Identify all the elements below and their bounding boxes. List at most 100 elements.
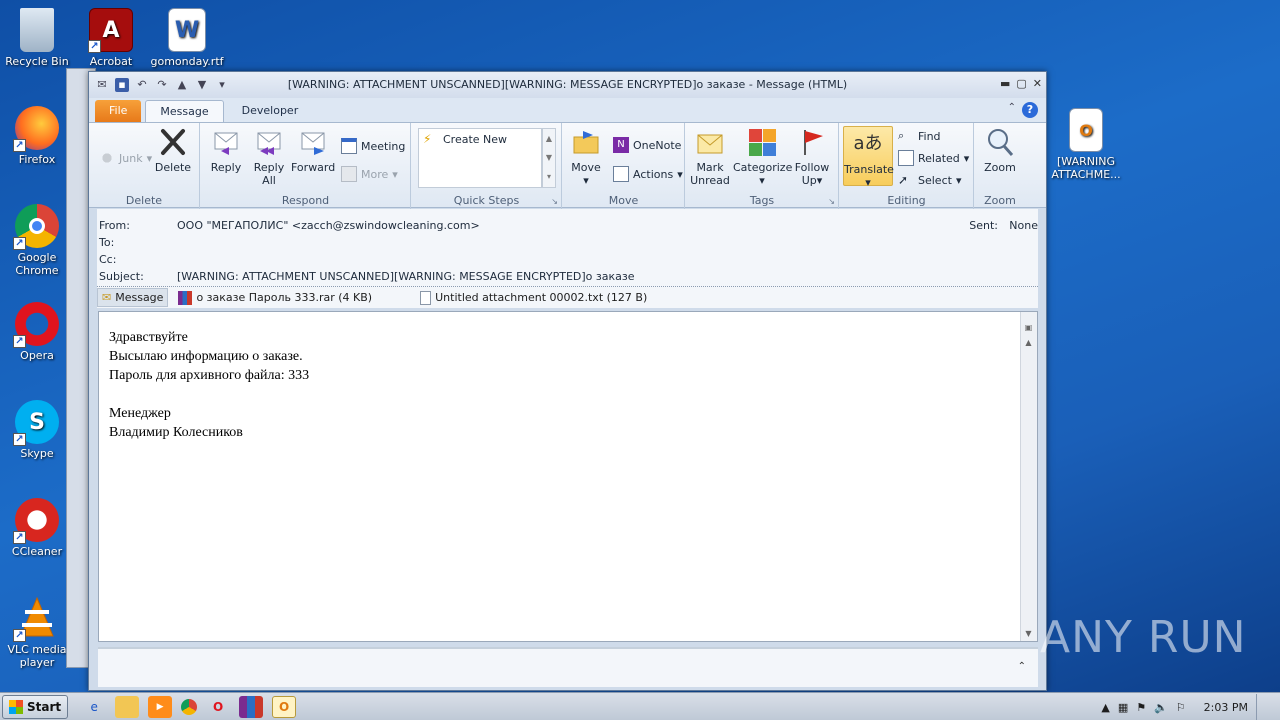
- quick-steps-scroll[interactable]: ▲ ▼ ▾: [542, 128, 556, 188]
- outlook-icon[interactable]: O: [272, 695, 297, 718]
- winrar-icon[interactable]: [239, 695, 264, 718]
- scroll-up-icon[interactable]: ▲: [1021, 335, 1036, 350]
- opera-icon[interactable]: O: [206, 696, 230, 718]
- reply-button[interactable]: Reply: [204, 127, 248, 174]
- help-icon[interactable]: ?: [1022, 102, 1038, 118]
- up-arrow-icon[interactable]: ▲: [175, 78, 189, 92]
- down-arrow-icon[interactable]: ▼: [195, 78, 209, 92]
- network-icon[interactable]: ▦: [1118, 701, 1128, 714]
- desktop-icon-firefox[interactable]: ↗ Firefox: [0, 106, 74, 166]
- media-player-icon[interactable]: ▶: [148, 695, 173, 718]
- actions-button[interactable]: Actions ▾: [613, 165, 683, 183]
- dialog-launcher-icon[interactable]: ↘: [551, 197, 558, 206]
- more-button[interactable]: More ▾: [341, 165, 398, 183]
- scroll-down-icon[interactable]: ▼: [1021, 626, 1036, 641]
- group-delete: Junk ▾ Delete Delete: [89, 123, 200, 209]
- dropdown-arrow-icon: ▾: [392, 167, 398, 181]
- txt-attachment[interactable]: Untitled attachment 00002.txt (127 B): [416, 289, 651, 307]
- find-label: Find: [918, 129, 941, 143]
- desktop-icon-opera[interactable]: ↗ Opera: [0, 302, 74, 362]
- title-bar: ✉ ▪ ↶ ↷ ▲ ▼ ▾ [WARNING: ATTACHMENT UNSCA…: [89, 72, 1046, 98]
- save-icon[interactable]: ▪: [115, 78, 129, 92]
- desktop-icon-ccleaner[interactable]: ↗ CCleaner: [0, 498, 74, 558]
- ie-icon[interactable]: e: [82, 696, 106, 718]
- expand-pane-icon[interactable]: ⌃: [1018, 661, 1026, 672]
- action-center-icon[interactable]: ⚑: [1136, 701, 1146, 714]
- magnifier-icon: [985, 127, 1015, 157]
- from-value[interactable]: ООО "МЕГАПОЛИС" <zacch@zswindowcleaning.…: [177, 219, 480, 232]
- message-window: ✉ ▪ ↶ ↷ ▲ ▼ ▾ [WARNING: ATTACHMENT UNSCA…: [88, 71, 1047, 691]
- explorer-icon[interactable]: [115, 695, 140, 718]
- close-icon[interactable]: ✕: [1033, 77, 1042, 90]
- text-file-icon: [420, 290, 432, 305]
- dropdown-arrow-icon: ▾: [677, 167, 683, 181]
- desktop-icon-email-file[interactable]: O [WARNING ATTACHME...: [1049, 108, 1123, 181]
- categorize-icon: [747, 127, 777, 157]
- junk-button[interactable]: Junk ▾: [99, 149, 152, 167]
- related-button[interactable]: Related ▾: [898, 149, 969, 167]
- reply-all-button[interactable]: Reply All: [247, 127, 291, 187]
- related-label: Related: [918, 151, 960, 165]
- redo-icon[interactable]: ↷: [155, 78, 169, 92]
- group-label: Editing: [887, 194, 926, 207]
- group-label: Move: [608, 194, 639, 207]
- desktop-icon-chrome[interactable]: ↗ Google Chrome: [0, 204, 74, 277]
- cursor-icon: ➚: [898, 173, 909, 187]
- rar-attachment[interactable]: о заказе Пароль 333.rar (4 KB): [174, 289, 376, 307]
- translate-button[interactable]: aあ Translate ▾: [843, 126, 894, 189]
- message-attachment-tab[interactable]: ✉ Message: [97, 288, 169, 307]
- undo-icon[interactable]: ↶: [135, 78, 149, 92]
- group-respond: Reply Reply All Forward Meeting More ▾ Re…: [201, 123, 411, 209]
- chrome-icon[interactable]: [181, 698, 198, 715]
- vertical-scrollbar[interactable]: ▣ ▲ ▼: [1020, 312, 1037, 641]
- quick-steps-gallery[interactable]: ⚡ Create New: [418, 128, 542, 188]
- zoom-button[interactable]: Zoom: [978, 127, 1022, 174]
- onenote-label: OneNote: [633, 138, 682, 152]
- junk-label: Junk: [119, 151, 143, 165]
- body-blank-line: [109, 385, 309, 404]
- desktop-icon-label: Opera: [20, 349, 54, 362]
- select-button[interactable]: ➚ Select ▾: [898, 171, 961, 189]
- onenote-button[interactable]: N OneNote: [613, 136, 681, 154]
- lightning-icon: ⚡: [423, 132, 432, 146]
- body-line: Здравствуйте: [109, 330, 188, 345]
- tab-file[interactable]: File: [95, 100, 142, 122]
- create-new-quickstep[interactable]: ⚡ Create New: [423, 130, 507, 148]
- dialog-launcher-icon[interactable]: ↘: [828, 197, 835, 206]
- scroll-grip-icon[interactable]: ▣: [1021, 320, 1036, 335]
- tab-developer[interactable]: Developer: [228, 100, 313, 122]
- minimize-icon[interactable]: ▬: [1000, 77, 1010, 90]
- move-button[interactable]: Move ▾: [564, 127, 608, 187]
- mark-unread-button[interactable]: Mark Unread: [688, 127, 732, 187]
- volume-icon[interactable]: 🔈: [1154, 701, 1168, 714]
- desktop-icon-label: gomonday.rtf: [150, 55, 224, 68]
- zoom-label: Zoom: [984, 161, 1016, 174]
- desktop-icon-recycle-bin[interactable]: Recycle Bin: [0, 8, 74, 68]
- chrome-icon: ↗: [13, 204, 59, 250]
- start-button[interactable]: Start: [2, 694, 69, 719]
- message-body[interactable]: Здравствуйте Высылаю информацию о заказе…: [98, 311, 1038, 642]
- ribbon: Junk ▾ Delete Delete Reply Reply All Forw…: [89, 122, 1046, 209]
- flag-icon[interactable]: ⚐: [1176, 701, 1186, 714]
- find-button[interactable]: ⌕ Find: [898, 127, 941, 145]
- taskbar: Start e ▶ O O ▲ ▦ ⚑ 🔈 ⚐ 2:03 PM: [0, 692, 1280, 720]
- maximize-icon[interactable]: ▢: [1016, 77, 1026, 90]
- show-desktop-button[interactable]: [1256, 694, 1270, 720]
- meeting-button[interactable]: Meeting: [341, 137, 405, 155]
- cc-label: Cc:: [99, 253, 117, 266]
- delete-button[interactable]: Delete: [151, 127, 195, 174]
- minimize-ribbon-icon[interactable]: ⌃: [1008, 102, 1016, 118]
- dropdown-arrow-icon: ▾: [759, 174, 765, 187]
- desktop-icon-skype[interactable]: S ↗ Skype: [0, 400, 74, 460]
- categorize-button[interactable]: Categorize ▾: [733, 127, 792, 187]
- forward-button[interactable]: Forward: [291, 127, 335, 174]
- clock[interactable]: 2:03 PM: [1204, 701, 1248, 714]
- desktop-icon-gomonday[interactable]: W gomonday.rtf: [150, 8, 224, 68]
- follow-up-button[interactable]: Follow Up▾: [790, 127, 834, 187]
- dropdown-arrow-icon: ▾: [963, 151, 970, 165]
- tab-message[interactable]: Message: [145, 100, 224, 122]
- desktop-icon-acrobat[interactable]: A ↗ Acrobat: [74, 8, 148, 68]
- desktop-icon-vlc[interactable]: ↗ VLC media player: [0, 596, 74, 669]
- customize-qat-icon[interactable]: ▾: [215, 78, 229, 92]
- show-hidden-icons-icon[interactable]: ▲: [1101, 701, 1109, 714]
